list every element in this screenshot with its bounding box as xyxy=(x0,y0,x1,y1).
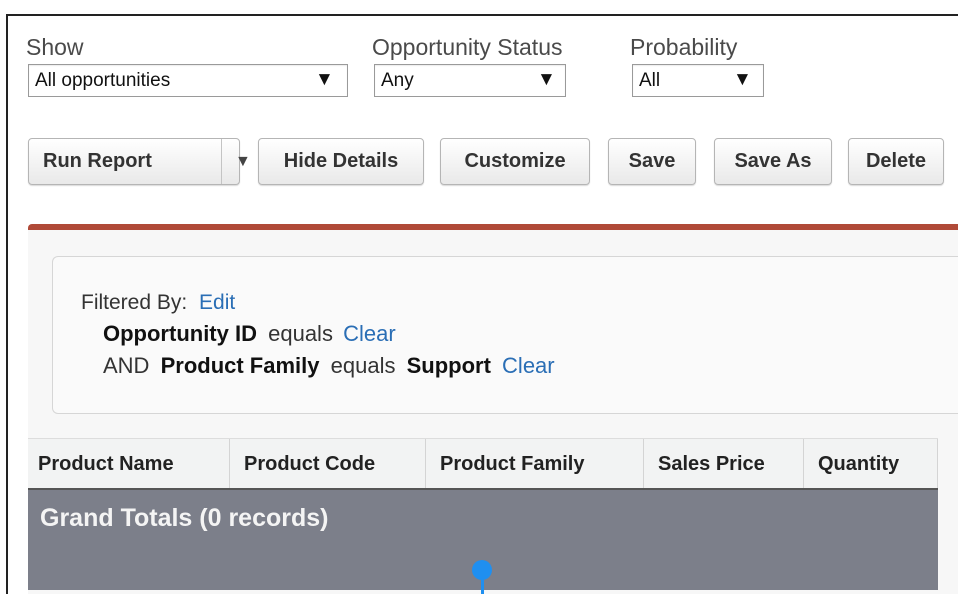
probability-label: Probability xyxy=(630,34,738,60)
column-header-product-code[interactable]: Product Code xyxy=(230,439,426,489)
column-header-quantity[interactable]: Quantity xyxy=(804,439,938,489)
filter-line-2: AND Product Family equals Support Clear xyxy=(103,353,555,379)
column-header-sales-price[interactable]: Sales Price xyxy=(644,439,804,489)
cursor-marker-icon xyxy=(472,560,492,580)
delete-button[interactable]: Delete xyxy=(848,138,944,185)
hide-details-button[interactable]: Hide Details xyxy=(258,138,424,185)
filter-conjunction: AND xyxy=(103,353,150,378)
edit-filters-link[interactable]: Edit xyxy=(199,291,235,314)
probability-select-value: All xyxy=(639,70,661,91)
run-report-label: Run Report xyxy=(43,150,152,172)
filter-summary-box: Filtered By: Edit Opportunity ID equals … xyxy=(52,256,958,414)
column-header-product-name[interactable]: Product Name xyxy=(28,439,230,489)
chevron-down-icon: ▼ xyxy=(733,69,752,90)
filter-line-1: Opportunity ID equals Clear xyxy=(103,321,396,347)
filtered-by-line: Filtered By: Edit xyxy=(81,291,235,315)
button-divider xyxy=(221,139,222,184)
run-report-button[interactable]: Run Report ▼ xyxy=(28,138,251,185)
filter-operator: equals xyxy=(330,353,396,378)
customize-button[interactable]: Customize xyxy=(440,138,590,185)
chevron-down-icon[interactable]: ▼ xyxy=(235,153,251,171)
column-header-product-family[interactable]: Product Family xyxy=(426,439,644,489)
grand-totals-label: Grand Totals (0 records) xyxy=(40,504,329,532)
opportunity-status-select[interactable]: Any ▼ xyxy=(374,64,566,97)
filter-field: Opportunity ID xyxy=(103,321,257,346)
filter-value: Support xyxy=(406,353,491,378)
save-as-button[interactable]: Save As xyxy=(714,138,832,185)
cursor-stem xyxy=(481,578,484,594)
show-select-value: All opportunities xyxy=(35,70,171,91)
opportunity-status-label: Opportunity Status xyxy=(372,34,563,60)
chevron-down-icon: ▼ xyxy=(537,69,556,90)
status-select-value: Any xyxy=(381,70,414,91)
filter-operator: equals xyxy=(268,321,333,346)
show-label: Show xyxy=(26,34,84,60)
filtered-by-label: Filtered By: xyxy=(81,291,188,314)
probability-select[interactable]: All ▼ xyxy=(632,64,764,97)
save-button[interactable]: Save xyxy=(608,138,696,185)
table-header: Product Name Product Code Product Family… xyxy=(28,438,938,489)
clear-filter-link[interactable]: Clear xyxy=(502,353,555,378)
chevron-down-icon: ▼ xyxy=(315,69,334,90)
filter-field: Product Family xyxy=(160,353,320,378)
clear-filter-link[interactable]: Clear xyxy=(343,321,396,346)
show-select[interactable]: All opportunities ▼ xyxy=(28,64,348,97)
